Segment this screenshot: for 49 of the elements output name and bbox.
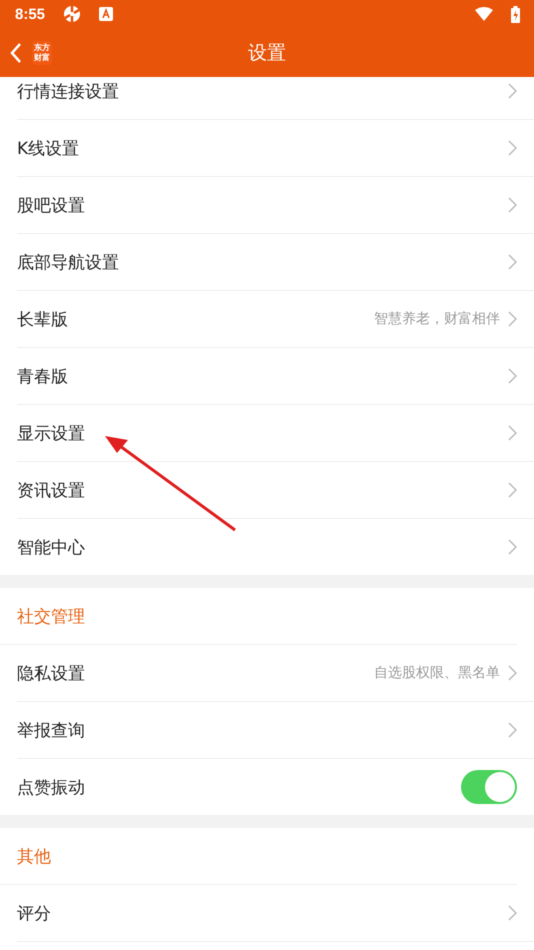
chevron-right-icon (508, 539, 517, 555)
app-icon (63, 5, 82, 23)
row-label: 点赞振动 (17, 776, 86, 798)
chevron-right-icon (508, 254, 517, 270)
row-label: K线设置 (17, 138, 80, 160)
row-label: 隐私设置 (17, 662, 86, 684)
chevron-right-icon (508, 83, 517, 99)
wifi-icon (475, 7, 493, 21)
row-label: 股吧设置 (17, 194, 86, 216)
settings-row[interactable]: 股吧设置 (17, 177, 534, 234)
notification-icon (99, 7, 114, 21)
row-label: 底部导航设置 (17, 252, 120, 274)
chevron-right-icon (508, 197, 517, 213)
chevron-right-icon (508, 482, 517, 498)
row-label: 评分 (17, 902, 52, 924)
settings-row[interactable]: 隐私设置 自选股权限、黑名单 (17, 645, 534, 702)
chevron-right-icon (508, 665, 517, 681)
settings-row[interactable]: 智能中心 (17, 519, 534, 575)
section-title: 其他 (17, 846, 51, 868)
status-time: 8:55 (15, 6, 46, 22)
chevron-right-icon (508, 722, 517, 738)
row-label: 青春版 (17, 366, 69, 388)
row-label: 资讯设置 (17, 480, 86, 502)
settings-row[interactable]: 举报查询 (17, 702, 534, 759)
settings-row[interactable]: 评分 (17, 885, 534, 942)
page-title: 设置 (248, 40, 286, 66)
toggle-switch[interactable] (461, 770, 517, 804)
row-value: 智慧养老，财富相伴 (374, 310, 500, 328)
settings-row[interactable]: 底部导航设置 (17, 234, 534, 291)
back-icon[interactable] (10, 42, 22, 62)
row-label: 行情连接设置 (17, 80, 120, 102)
chevron-right-icon (508, 311, 517, 327)
settings-row[interactable]: 资讯设置 (17, 462, 534, 519)
row-label: 长辈版 (17, 308, 69, 330)
row-value: 自选股权限、黑名单 (374, 664, 500, 682)
chevron-right-icon (508, 368, 517, 384)
settings-row[interactable]: 青春版 (17, 348, 534, 405)
battery-icon (511, 6, 520, 22)
section-title: 社交管理 (17, 606, 85, 628)
row-label: 显示设置 (17, 422, 86, 444)
app-logo: 东方财富 (32, 40, 52, 64)
row-label: 智能中心 (17, 536, 86, 558)
settings-row[interactable]: 行情连接设置 (17, 77, 534, 120)
chevron-right-icon (508, 425, 517, 441)
chevron-right-icon (508, 905, 517, 921)
settings-row[interactable]: 长辈版 智慧养老，财富相伴 (17, 291, 534, 348)
settings-row[interactable]: K线设置 (17, 120, 534, 177)
row-label: 举报查询 (17, 720, 86, 742)
chevron-right-icon (508, 140, 517, 156)
